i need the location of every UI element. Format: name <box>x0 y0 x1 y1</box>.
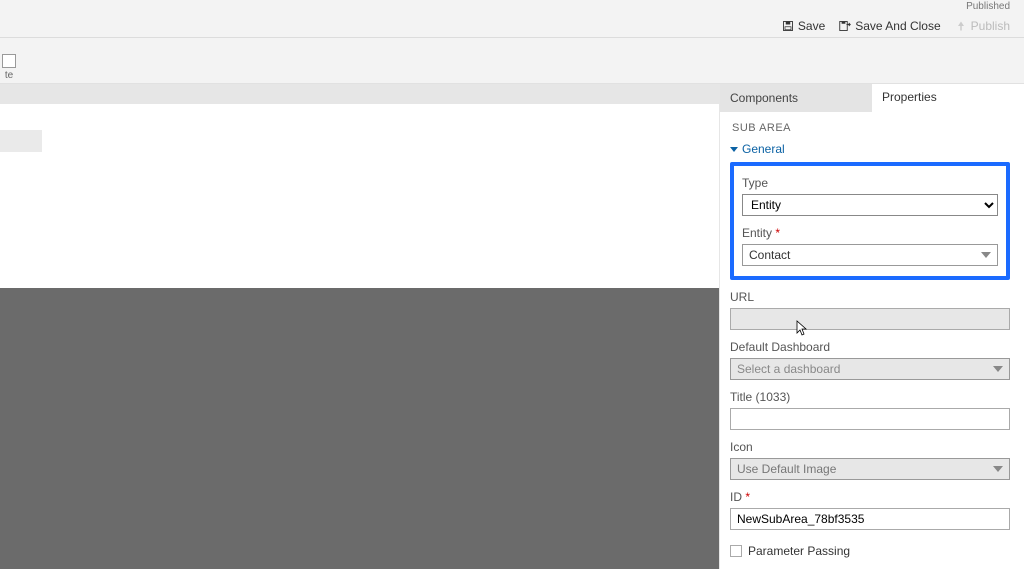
field-parameter-passing[interactable]: Parameter Passing <box>730 544 1010 558</box>
url-input <box>730 308 1010 330</box>
dashboard-placeholder: Select a dashboard <box>737 362 840 376</box>
tab-properties[interactable]: Properties <box>872 84 1024 112</box>
icon-label: Icon <box>730 440 1010 454</box>
ribbon: te <box>0 38 1024 84</box>
icon-value: Use Default Image <box>737 462 836 476</box>
tab-components[interactable]: Components <box>720 84 872 112</box>
publish-button: Publish <box>955 19 1010 33</box>
entity-value: Contact <box>749 248 790 262</box>
canvas-blank-strip <box>0 104 719 148</box>
field-entity: Entity Contact <box>742 226 998 266</box>
properties-panel: SUB AREA General Type Entity Entity Cont… <box>720 112 1024 569</box>
field-url: URL <box>730 290 1010 330</box>
dashboard-label: Default Dashboard <box>730 340 1010 354</box>
save-icon <box>782 20 794 32</box>
field-dashboard: Default Dashboard Select a dashboard <box>730 340 1010 380</box>
chevron-down-icon <box>981 252 991 258</box>
field-id: ID <box>730 490 1010 530</box>
section-general[interactable]: General <box>730 142 1010 156</box>
highlight-box: Type Entity Entity Contact <box>730 162 1010 280</box>
publish-icon <box>955 20 967 32</box>
publish-label: Publish <box>971 19 1010 33</box>
checkbox-icon[interactable] <box>730 545 742 557</box>
id-label: ID <box>730 490 1010 504</box>
canvas-selected-item[interactable] <box>0 130 42 152</box>
ribbon-button-label: te <box>5 70 13 81</box>
type-select[interactable]: Entity <box>742 194 998 216</box>
chevron-down-icon <box>993 466 1003 472</box>
side-tabs: Components Properties <box>720 84 1024 112</box>
ribbon-button-icon <box>2 54 16 68</box>
id-input[interactable] <box>730 508 1010 530</box>
entity-select[interactable]: Contact <box>742 244 998 266</box>
workspace: Components Properties SUB AREA General T… <box>0 84 1024 569</box>
parameter-passing-label: Parameter Passing <box>748 544 850 558</box>
command-toolbar: Save Save And Close Publish <box>0 14 1024 38</box>
field-title: Title (1033) <box>730 390 1010 430</box>
save-and-close-button[interactable]: Save And Close <box>839 19 940 33</box>
title-label: Title (1033) <box>730 390 1010 404</box>
status-bar: Published <box>0 0 1024 14</box>
chevron-down-icon <box>730 147 738 152</box>
icon-select[interactable]: Use Default Image <box>730 458 1010 480</box>
save-label: Save <box>798 19 825 33</box>
title-input[interactable] <box>730 408 1010 430</box>
canvas-lower-dark <box>0 288 719 569</box>
save-and-close-label: Save And Close <box>855 19 940 33</box>
save-close-icon <box>839 20 851 32</box>
canvas-area <box>0 84 719 569</box>
tab-properties-label: Properties <box>882 90 937 104</box>
chevron-down-icon <box>993 366 1003 372</box>
ribbon-button[interactable]: te <box>0 39 18 83</box>
canvas-title-bar <box>0 84 719 104</box>
url-label: URL <box>730 290 1010 304</box>
tab-components-label: Components <box>730 91 798 105</box>
field-type: Type Entity <box>742 176 998 216</box>
dashboard-select: Select a dashboard <box>730 358 1010 380</box>
status-published: Published <box>966 1 1010 12</box>
canvas-body-empty <box>0 148 719 288</box>
section-general-label: General <box>742 142 785 156</box>
save-button[interactable]: Save <box>782 19 825 33</box>
field-icon: Icon Use Default Image <box>730 440 1010 480</box>
side-panel: Components Properties SUB AREA General T… <box>719 84 1024 569</box>
entity-label: Entity <box>742 226 998 240</box>
type-label: Type <box>742 176 998 190</box>
panel-title: SUB AREA <box>732 122 1010 134</box>
